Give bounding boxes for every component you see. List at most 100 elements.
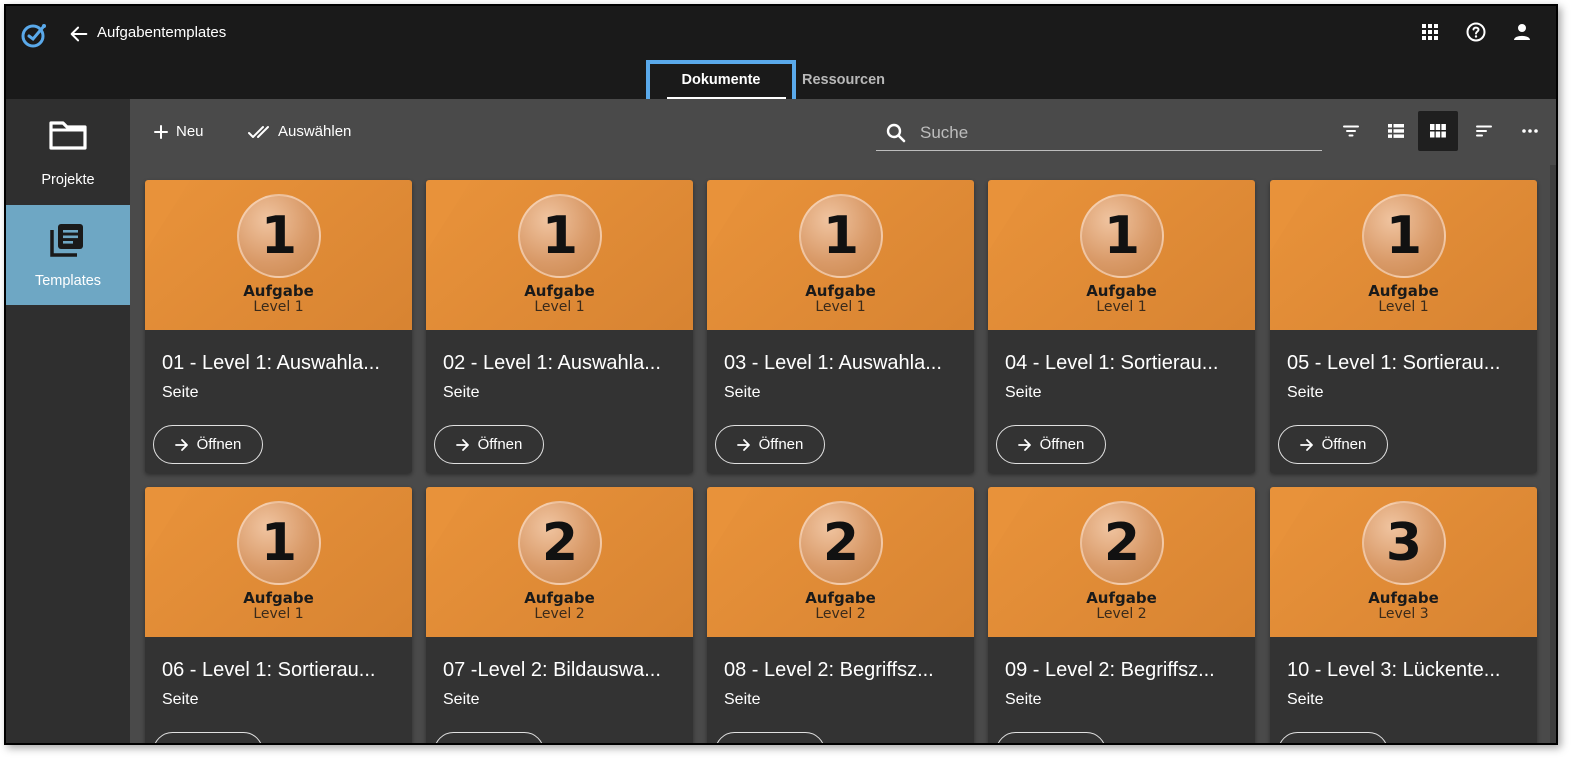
- more-options-icon[interactable]: [1510, 111, 1550, 151]
- app-logo-icon[interactable]: [20, 21, 48, 49]
- level-number: 1: [822, 206, 860, 266]
- template-card[interactable]: 1 Aufgabe Level 1 06 - Level 1: Sortierau..…: [145, 487, 412, 745]
- user-account-icon[interactable]: [1510, 20, 1534, 44]
- arrow-right-icon: [737, 745, 751, 746]
- thumbnail-title: Aufgabe: [805, 589, 876, 607]
- level-badge: 3: [1362, 501, 1446, 585]
- open-button-label: Öffnen: [477, 436, 523, 453]
- card-thumbnail[interactable]: 1 Aufgabe Level 1: [1270, 180, 1537, 330]
- level-number: 1: [1385, 206, 1423, 266]
- search-icon: [886, 123, 906, 142]
- open-button-label: Öffnen: [197, 743, 242, 745]
- open-button[interactable]: Öffnen: [715, 425, 825, 464]
- card-subtitle: Seite: [1287, 384, 1324, 401]
- open-button-label: Öffnen: [1039, 436, 1085, 453]
- open-button-label: Öffnen: [478, 743, 523, 745]
- sidebar-item-label: Projekte: [41, 172, 95, 188]
- open-button-label: Öffnen: [1322, 743, 1367, 745]
- thumbnail-title: Aufgabe: [1368, 589, 1439, 607]
- arrow-right-icon: [1018, 745, 1032, 746]
- template-card[interactable]: 1 Aufgabe Level 1 02 - Level 1: Auswahla...…: [426, 180, 693, 473]
- template-card[interactable]: 1 Aufgabe Level 1 01 - Level 1: Auswahla...…: [145, 180, 412, 473]
- filter-icon[interactable]: [1331, 111, 1371, 151]
- card-thumbnail[interactable]: 1 Aufgabe Level 1: [426, 180, 693, 330]
- card-subtitle: Seite: [443, 691, 480, 708]
- card-title: 01 - Level 1: Auswahla...: [162, 352, 380, 374]
- thumbnail-level: Level 1: [815, 299, 866, 315]
- thumbnail-title: Aufgabe: [1368, 282, 1439, 300]
- thumbnail-level: Level 3: [1378, 606, 1429, 622]
- back-arrow-icon[interactable]: [68, 23, 90, 45]
- open-button[interactable]: Öffnen: [153, 425, 263, 464]
- plus-icon: [154, 124, 168, 139]
- card-subtitle: Seite: [443, 384, 480, 401]
- thumbnail-level: Level 2: [815, 606, 866, 622]
- arrow-right-icon: [1299, 438, 1313, 451]
- apps-grid-icon[interactable]: [1418, 20, 1442, 44]
- thumbnail-title: Aufgabe: [243, 589, 314, 607]
- tab-ressourcen[interactable]: Ressourcen: [802, 60, 885, 88]
- card-subtitle: Seite: [1287, 691, 1324, 708]
- card-title: 07 -Level 2: Bildauswa...: [443, 659, 661, 681]
- card-thumbnail[interactable]: 1 Aufgabe Level 1: [145, 180, 412, 330]
- template-card[interactable]: 1 Aufgabe Level 1 04 - Level 1: Sortierau..…: [988, 180, 1255, 473]
- thumbnail-level: Level 1: [1378, 299, 1429, 315]
- open-button[interactable]: Öffnen: [153, 732, 263, 745]
- open-button[interactable]: Öffnen: [996, 732, 1106, 746]
- card-thumbnail[interactable]: 2 Aufgabe Level 2: [988, 487, 1255, 637]
- level-number: 1: [541, 206, 579, 266]
- open-button[interactable]: Öffnen: [996, 425, 1106, 464]
- open-button-label: Öffnen: [1321, 436, 1367, 453]
- open-button[interactable]: Öffnen: [434, 732, 544, 745]
- level-badge: 2: [1080, 501, 1164, 585]
- arrow-right-icon: [174, 438, 188, 451]
- help-icon[interactable]: [1464, 20, 1488, 44]
- main-content: Neu Auswählen Suche 1 Aufgabe Level 1 01…: [130, 99, 1556, 743]
- card-subtitle: Seite: [162, 691, 199, 708]
- template-card[interactable]: 1 Aufgabe Level 1 03 - Level 1: Auswahla...…: [707, 180, 974, 473]
- top-bar: Aufgabentemplates Dokumente Ressourcen: [6, 6, 1556, 110]
- thumbnail-level: Level 2: [534, 606, 585, 622]
- card-thumbnail[interactable]: 2 Aufgabe Level 2: [426, 487, 693, 637]
- sidebar-item-templates[interactable]: Templates: [6, 205, 130, 305]
- card-title: 10 - Level 3: Lückente...: [1287, 659, 1501, 681]
- top-right-icons: [1418, 20, 1534, 44]
- search-field[interactable]: Suche: [876, 115, 1322, 151]
- template-card[interactable]: 3 Aufgabe Level 3 10 - Level 3: Lückente...…: [1270, 487, 1537, 745]
- sidebar: Projekte Templates: [6, 99, 130, 743]
- new-button-label: Neu: [176, 123, 204, 140]
- folder-icon: [49, 121, 87, 150]
- sort-icon[interactable]: [1464, 111, 1504, 151]
- list-view-icon[interactable]: [1376, 111, 1416, 151]
- sidebar-item-label: Templates: [34, 273, 102, 289]
- scrollbar[interactable]: [1550, 165, 1556, 743]
- open-button[interactable]: Öffnen: [715, 732, 825, 746]
- template-card[interactable]: 1 Aufgabe Level 1 05 - Level 1: Sortierau..…: [1270, 180, 1537, 473]
- thumbnail-title: Aufgabe: [524, 282, 595, 300]
- template-card[interactable]: 2 Aufgabe Level 2 09 - Level 2: Begriffsz..…: [988, 487, 1255, 746]
- card-subtitle: Seite: [162, 384, 199, 401]
- level-number: 2: [1103, 513, 1141, 573]
- arrow-right-icon: [1017, 438, 1031, 451]
- level-number: 2: [822, 513, 860, 573]
- search-input[interactable]: Suche: [920, 123, 968, 143]
- template-card[interactable]: 2 Aufgabe Level 2 08 - Level 2: Begriffsz..…: [707, 487, 974, 746]
- card-title: 09 - Level 2: Begriffsz...: [1005, 659, 1215, 681]
- new-button[interactable]: Neu: [154, 123, 204, 140]
- level-badge: 2: [799, 501, 883, 585]
- page-title: Aufgabentemplates: [97, 24, 227, 41]
- select-button[interactable]: Auswählen: [248, 123, 351, 140]
- level-number: 1: [1103, 206, 1141, 266]
- card-title: 06 - Level 1: Sortierau...: [162, 659, 376, 681]
- card-thumbnail[interactable]: 1 Aufgabe Level 1: [145, 487, 412, 637]
- card-thumbnail[interactable]: 1 Aufgabe Level 1: [707, 180, 974, 330]
- template-card[interactable]: 2 Aufgabe Level 2 07 -Level 2: Bildauswa...…: [426, 487, 693, 745]
- open-button[interactable]: Öffnen: [1278, 425, 1388, 464]
- open-button[interactable]: Öffnen: [434, 425, 544, 464]
- card-thumbnail[interactable]: 1 Aufgabe Level 1: [988, 180, 1255, 330]
- open-button[interactable]: Öffnen: [1278, 732, 1388, 745]
- card-thumbnail[interactable]: 2 Aufgabe Level 2: [707, 487, 974, 637]
- grid-view-icon[interactable]: [1418, 111, 1458, 151]
- sidebar-item-projekte[interactable]: Projekte: [6, 99, 130, 199]
- card-thumbnail[interactable]: 3 Aufgabe Level 3: [1270, 487, 1537, 637]
